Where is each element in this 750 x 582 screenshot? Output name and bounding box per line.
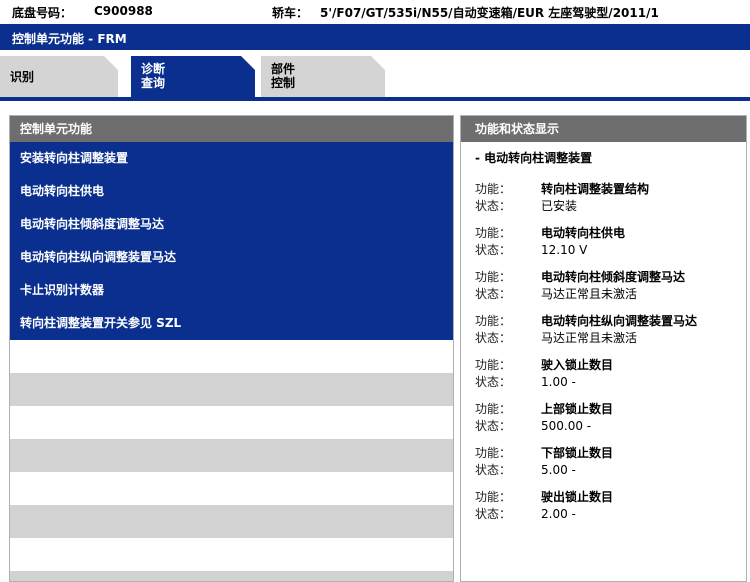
tab-component-control[interactable]: 部件 控制	[261, 56, 385, 98]
tab-component-line1: 部件	[271, 62, 296, 76]
function-item[interactable]: 电动转向柱倾斜度调整马达	[10, 208, 453, 241]
vehicle-label: 轿车：	[272, 6, 309, 20]
status-entry: 功能： 下部锁止数目 状态： 5.00 -	[461, 445, 746, 479]
function-key: 功能：	[475, 182, 512, 196]
status-key: 状态：	[475, 331, 512, 345]
status-entry: 功能： 电动转向柱纵向调整装置马达 状态： 马达正常且未激活	[461, 313, 746, 347]
function-key: 功能：	[475, 358, 512, 372]
tab-corner	[241, 56, 255, 70]
status-entry: 功能： 上部锁止数目 状态： 500.00 -	[461, 401, 746, 435]
right-panel-subtitle: - 电动转向柱调整装置	[475, 151, 593, 165]
tab-diagnostic-line1: 诊断	[141, 62, 166, 76]
window-title: 控制单元功能 - FRM	[12, 32, 127, 46]
empty-list-row	[10, 472, 453, 505]
status-entry: 功能： 转向柱调整装置结构 状态： 已安装	[461, 181, 746, 215]
empty-list-row	[10, 538, 453, 571]
status-entry: 功能： 电动转向柱供电 状态： 12.10 V	[461, 225, 746, 259]
function-item[interactable]: 卡止识别计数器	[10, 274, 453, 307]
function-status-panel: 功能和状态显示 - 电动转向柱调整装置 功能： 转向柱调整装置结构 状态： 已安装 …	[460, 115, 747, 582]
tab-diagnostic-query[interactable]: 诊断 查询	[131, 56, 255, 98]
empty-list-row	[10, 571, 453, 581]
status-value: 12.10 V	[541, 243, 588, 257]
status-key: 状态：	[475, 375, 512, 389]
function-item[interactable]: 电动转向柱供电	[10, 175, 453, 208]
chassis-number-value: C900988	[94, 4, 153, 18]
empty-list-row	[10, 505, 453, 538]
status-key: 状态：	[475, 243, 512, 257]
function-value: 转向柱调整装置结构	[541, 182, 650, 196]
tab-separator	[0, 97, 750, 101]
function-value: 驶出锁止数目	[541, 490, 614, 504]
empty-list-row	[10, 340, 453, 373]
function-key: 功能：	[475, 402, 512, 416]
function-key: 功能：	[475, 446, 512, 460]
function-value: 上部锁止数目	[541, 402, 614, 416]
function-value: 电动转向柱倾斜度调整马达	[541, 270, 686, 284]
status-value: 5.00 -	[541, 463, 576, 477]
status-key: 状态：	[475, 419, 512, 433]
status-key: 状态：	[475, 199, 512, 213]
tab-diagnostic-line2: 查询	[141, 76, 166, 90]
function-item[interactable]: 转向柱调整装置开关参见 SZL	[10, 307, 453, 340]
function-list: 安装转向柱调整装置 电动转向柱供电 电动转向柱倾斜度调整马达 电动转向柱纵向调整…	[10, 142, 453, 581]
tab-corner	[371, 56, 385, 70]
control-unit-functions-panel: 控制单元功能 安装转向柱调整装置 电动转向柱供电 电动转向柱倾斜度调整马达 电动…	[9, 115, 454, 582]
empty-list-row	[10, 373, 453, 406]
function-key: 功能：	[475, 314, 512, 328]
chassis-number-label: 底盘号码：	[12, 6, 73, 20]
tab-corner	[104, 56, 118, 70]
right-panel-title: 功能和状态显示	[461, 116, 746, 142]
tab-component-line2: 控制	[271, 76, 296, 90]
status-value: 1.00 -	[541, 375, 576, 389]
status-entry: 功能： 驶入锁止数目 状态： 1.00 -	[461, 357, 746, 391]
empty-list-row	[10, 439, 453, 472]
status-key: 状态：	[475, 287, 512, 301]
status-key: 状态：	[475, 507, 512, 521]
vehicle-info-bar: 底盘号码： C900988 轿车： 5'/F07/GT/535i/N55/自动变…	[0, 0, 750, 22]
function-key: 功能：	[475, 270, 512, 284]
vehicle-value: 5'/F07/GT/535i/N55/自动变速箱/EUR 左座驾驶型/2011/…	[320, 6, 659, 20]
left-panel-title: 控制单元功能	[10, 116, 453, 142]
tab-identification[interactable]: 识别	[0, 56, 118, 98]
function-value: 电动转向柱纵向调整装置马达	[541, 314, 698, 328]
status-entry: 功能： 驶出锁止数目 状态： 2.00 -	[461, 489, 746, 523]
tab-identification-label: 识别	[10, 70, 35, 84]
status-entry: 功能： 电动转向柱倾斜度调整马达 状态： 马达正常且未激活	[461, 269, 746, 303]
function-value: 驶入锁止数目	[541, 358, 614, 372]
status-value: 马达正常且未激活	[541, 331, 638, 345]
function-key: 功能：	[475, 226, 512, 240]
empty-list-row	[10, 406, 453, 439]
window-title-bar: 控制单元功能 - FRM	[0, 24, 750, 50]
status-value: 马达正常且未激活	[541, 287, 638, 301]
status-value: 2.00 -	[541, 507, 576, 521]
status-value: 已安装	[541, 199, 578, 213]
tab-bar: 识别 诊断 查询 部件 控制	[0, 50, 750, 98]
status-value: 500.00 -	[541, 419, 592, 433]
function-item[interactable]: 安装转向柱调整装置	[10, 142, 453, 175]
function-value: 电动转向柱供电	[541, 226, 626, 240]
status-key: 状态：	[475, 463, 512, 477]
function-key: 功能：	[475, 490, 512, 504]
function-value: 下部锁止数目	[541, 446, 614, 460]
function-item[interactable]: 电动转向柱纵向调整装置马达	[10, 241, 453, 274]
